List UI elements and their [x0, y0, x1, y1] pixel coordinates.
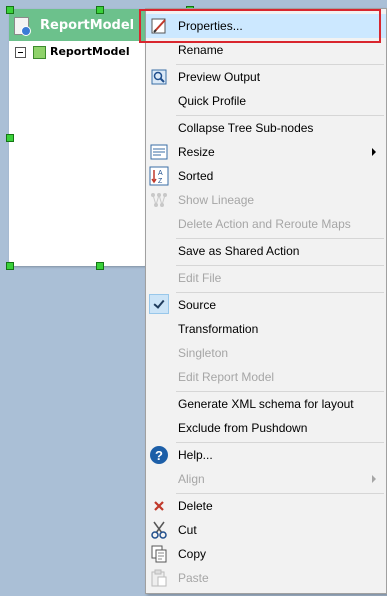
resize-handle-top-left[interactable] — [6, 6, 14, 14]
resize-icon — [150, 144, 168, 160]
report-model-icon — [14, 17, 31, 36]
tree-item[interactable]: ReportModel — [15, 45, 145, 61]
svg-text:?: ? — [155, 448, 163, 463]
resize-handle-middle-left[interactable] — [6, 134, 14, 142]
menu-item-collapse-tree[interactable]: Collapse Tree Sub-nodes — [146, 116, 386, 140]
element-icon — [33, 46, 46, 59]
menu-item-show-lineage[interactable]: Show Lineage — [146, 188, 386, 212]
menu-item-preview-output[interactable]: Preview Output — [146, 65, 386, 89]
menu-item-singleton[interactable]: Singleton — [146, 341, 386, 365]
tree-item-label: ReportModel — [50, 45, 130, 58]
checkmark-icon — [149, 294, 169, 314]
resize-handle-bottom-middle[interactable] — [96, 262, 104, 270]
menu-item-source[interactable]: Source — [146, 293, 386, 317]
menu-item-copy[interactable]: Copy — [146, 542, 386, 566]
focus-outline — [139, 9, 381, 43]
menu-item-paste[interactable]: Paste — [146, 566, 386, 590]
node-header[interactable]: ReportModel — [9, 9, 150, 41]
node-title: ReportModel — [40, 18, 135, 33]
menu-item-exclude-pushdown[interactable]: Exclude from Pushdown — [146, 416, 386, 440]
paste-icon — [151, 569, 167, 587]
report-model-node[interactable]: ReportModel ReportModel — [9, 9, 150, 266]
lineage-icon — [151, 193, 167, 207]
resize-handle-top-middle[interactable] — [96, 6, 104, 14]
menu-item-transformation[interactable]: Transformation — [146, 317, 386, 341]
copy-icon — [151, 545, 167, 563]
submenu-arrow-icon — [372, 148, 376, 156]
cut-icon — [151, 521, 167, 539]
preview-icon — [151, 69, 167, 85]
menu-item-delete[interactable]: Delete — [146, 494, 386, 518]
menu-item-cut[interactable]: Cut — [146, 518, 386, 542]
menu-item-sorted[interactable]: A Z Sorted — [146, 164, 386, 188]
submenu-arrow-icon — [372, 475, 376, 483]
menu-item-save-shared-action[interactable]: Save as Shared Action — [146, 239, 386, 263]
menu-item-align[interactable]: Align — [146, 467, 386, 491]
svg-text:Z: Z — [158, 178, 163, 185]
sort-az-icon: A Z — [149, 166, 169, 186]
menu-item-help[interactable]: ? Help... — [146, 443, 386, 467]
menu-item-generate-xml-schema[interactable]: Generate XML schema for layout — [146, 392, 386, 416]
collapse-icon[interactable] — [15, 47, 26, 58]
resize-handle-bottom-left[interactable] — [6, 262, 14, 270]
menu-item-resize[interactable]: Resize — [146, 140, 386, 164]
context-menu: Properties... Rename Preview Output Quic… — [145, 8, 387, 594]
menu-item-edit-file[interactable]: Edit File — [146, 266, 386, 290]
svg-text:A: A — [158, 170, 163, 177]
menu-item-edit-report-model[interactable]: Edit Report Model — [146, 365, 386, 389]
help-icon: ? — [150, 446, 168, 464]
menu-item-delete-action[interactable]: Delete Action and Reroute Maps — [146, 212, 386, 236]
menu-item-quick-profile[interactable]: Quick Profile — [146, 89, 386, 113]
delete-icon — [154, 501, 164, 511]
